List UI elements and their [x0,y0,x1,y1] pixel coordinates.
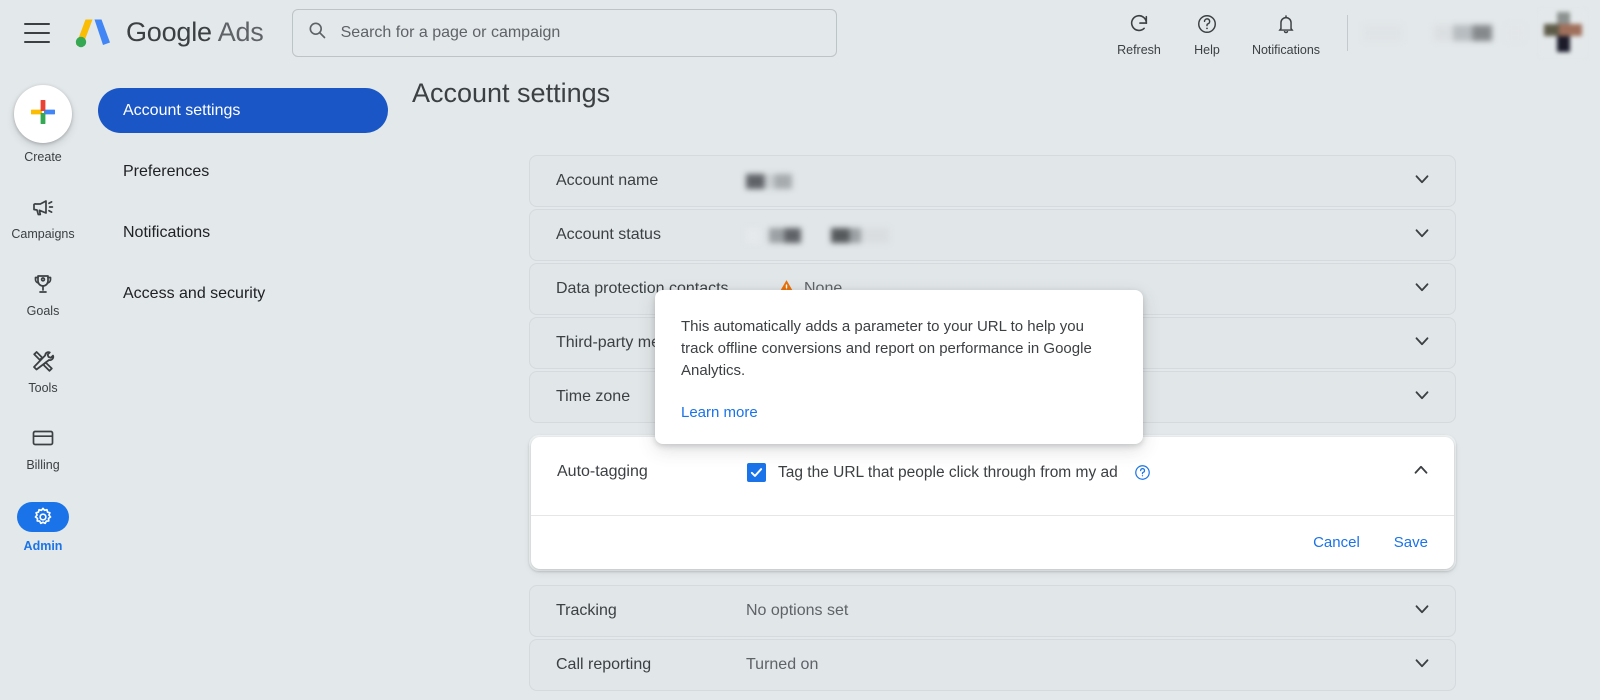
help-circle-icon [1196,13,1218,40]
chevron-down-icon[interactable] [1411,652,1433,679]
refresh-label: Refresh [1117,43,1161,57]
account-id-redacted [1364,25,1402,41]
setting-row-call-reporting[interactable]: Call reporting Turned on [529,639,1456,691]
setting-row-account-name[interactable]: Account name [529,155,1456,207]
notifications-button[interactable]: Notifications [1241,9,1331,57]
account-status-value-redacted-2 [769,228,801,243]
setting-row-account-status[interactable]: Account status [529,209,1456,261]
row-label: Tracking [556,600,746,622]
sidebar-item-label: Notifications [123,224,210,242]
chevron-down-icon[interactable] [1411,384,1433,411]
search-icon [307,20,327,45]
notifications-label: Notifications [1252,43,1320,57]
save-button[interactable]: Save [1394,534,1428,551]
hamburger-icon[interactable] [24,23,50,43]
chevron-down-icon[interactable] [1411,330,1433,357]
sidebar-item-preferences[interactable]: Preferences [98,149,388,194]
auto-tagging-label: Auto-tagging [557,463,747,481]
rail-label-admin: Admin [24,539,63,553]
brand-ads: Ads [218,17,264,47]
auto-tagging-control: Tag the URL that people click through fr… [747,463,1410,482]
account-status-value-redacted [746,228,760,243]
tooltip-text: This automatically adds a parameter to y… [681,316,1117,382]
brand[interactable]: Google Ads [72,15,264,51]
account-name-redacted [1434,25,1492,41]
row-label: Call reporting [556,654,746,676]
bell-icon [1275,13,1297,40]
sidebar-item-access-and-security[interactable]: Access and security [98,271,388,316]
refresh-button[interactable]: Refresh [1105,9,1173,57]
sidebar-item-account-settings[interactable]: Account settings [98,88,388,133]
setting-row-tracking[interactable]: Tracking No options set [529,585,1456,637]
create-label: Create [24,150,62,164]
row-label: Account status [556,224,746,246]
sidebar-item-label: Preferences [123,163,209,181]
left-rail: Create Campaigns Goals [0,65,86,700]
row-value [746,228,1411,243]
row-value [746,174,1411,189]
page-title: Account settings [412,78,1600,109]
help-button[interactable]: Help [1173,9,1241,57]
search-input[interactable] [339,23,822,43]
auto-tagging-checkbox[interactable] [747,463,766,482]
row-value-text: Turned on [746,656,1411,674]
top-bar-divider [1347,15,1348,51]
help-circle-icon[interactable] [1134,464,1151,481]
search-bar[interactable] [292,9,837,57]
megaphone-icon [30,194,56,220]
tools-icon [30,348,56,374]
auto-tagging-footer: Cancel Save [531,515,1454,569]
rail-item-goals[interactable]: Goals [0,271,86,318]
create-button[interactable] [14,85,72,143]
learn-more-link[interactable]: Learn more [681,404,758,421]
rail-item-billing[interactable]: Billing [0,425,86,472]
google-ads-logo-icon [72,15,114,51]
rail-label-goals: Goals [27,304,60,318]
brand-title: Google Ads [126,17,264,48]
plus-icon [29,98,57,131]
avatar[interactable] [1540,10,1586,56]
account-extra-redacted [1506,25,1524,41]
cancel-button[interactable]: Cancel [1313,534,1360,551]
top-bar: Google Ads Refresh [0,0,1600,65]
auto-tagging-checkbox-label: Tag the URL that people click through fr… [778,464,1118,482]
chevron-down-icon[interactable] [1411,598,1433,625]
rail-label-billing: Billing [26,458,59,472]
chevron-up-icon[interactable] [1410,459,1432,486]
sidebar-item-label: Access and security [123,285,265,303]
sidebar-item-notifications[interactable]: Notifications [98,210,388,255]
account-name-value-redacted [746,174,792,189]
auto-tagging-body: Auto-tagging Tag the URL that people cli… [531,437,1454,515]
auto-tagging-tooltip: This automatically adds a parameter to y… [655,290,1143,444]
chevron-down-icon[interactable] [1411,222,1433,249]
top-bar-actions: Refresh Help Notifications [1105,0,1600,65]
rail-label-tools: Tools [28,381,57,395]
trophy-icon [30,271,56,297]
row-value-text: No options set [746,602,1411,620]
rail-item-campaigns[interactable]: Campaigns [0,194,86,241]
sidebar-item-label: Account settings [123,102,240,120]
rail-item-tools[interactable]: Tools [0,348,86,395]
rail-label-campaigns: Campaigns [11,227,74,241]
chevron-down-icon[interactable] [1411,276,1433,303]
gear-icon [17,502,69,532]
refresh-icon [1128,13,1150,40]
help-label: Help [1194,43,1220,57]
row-label: Account name [556,170,746,192]
credit-card-icon [30,425,56,451]
secondary-nav: Account settings Preferences Notificatio… [98,88,388,332]
brand-google: Google [126,17,212,47]
auto-tagging-card-shell: Auto-tagging Tag the URL that people cli… [529,435,1456,571]
rail-item-admin[interactable]: Admin [0,502,86,553]
chevron-down-icon[interactable] [1411,168,1433,195]
account-status-value-redacted-3 [831,228,889,243]
auto-tagging-card: Auto-tagging Tag the URL that people cli… [531,437,1454,569]
